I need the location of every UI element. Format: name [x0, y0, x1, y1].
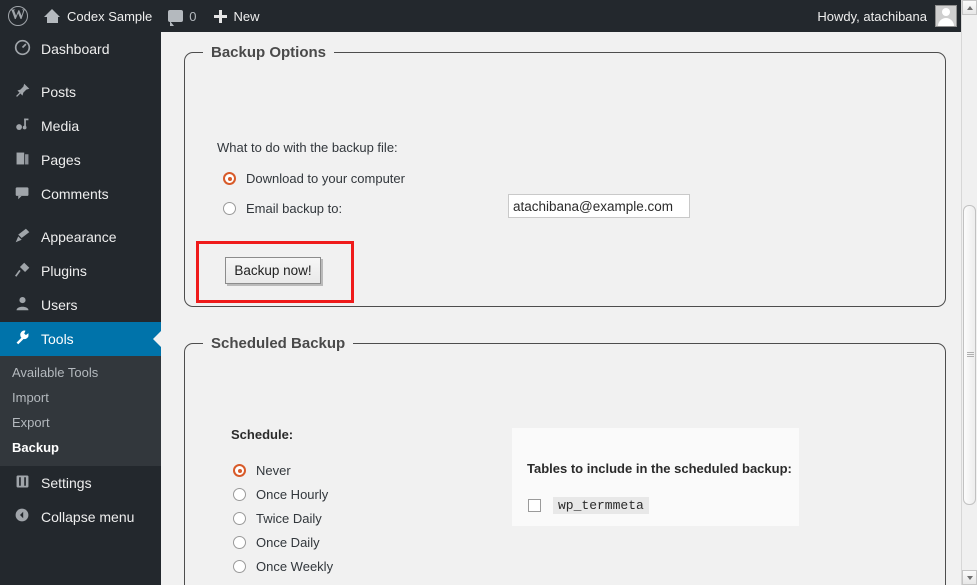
scheduled-backup-panel: Scheduled Backup Schedule: Never Once Ho… — [184, 335, 946, 585]
radio-once-hourly-indicator — [233, 488, 246, 501]
collapse-menu-label: Collapse menu — [41, 509, 135, 525]
comments-count: 0 — [189, 8, 197, 24]
radio-email-backup[interactable]: Email backup to: — [223, 201, 342, 216]
sidebar-item-label: Appearance — [41, 229, 117, 245]
page-scrollbar[interactable] — [961, 0, 977, 585]
scheduled-backup-legend: Scheduled Backup — [211, 335, 346, 352]
new-content-menu[interactable]: New — [205, 0, 268, 32]
sidebar-item-label: Tools — [41, 331, 74, 347]
avatar — [935, 5, 957, 27]
sidebar-item-media[interactable]: Media — [0, 109, 161, 143]
radio-once-weekly-label: Once Weekly — [256, 559, 334, 574]
radio-twice-daily-indicator — [233, 512, 246, 525]
backup-options-legend: Backup Options — [211, 44, 327, 61]
scrollbar-grip-icon — [967, 352, 974, 357]
sidebar-item-posts[interactable]: Posts — [0, 75, 161, 109]
checkbox-wp-termmeta[interactable] — [528, 499, 541, 512]
sidebar-item-pages[interactable]: Pages — [0, 143, 161, 177]
pin-icon — [12, 82, 32, 102]
email-address-input[interactable] — [508, 194, 690, 218]
new-label: New — [233, 8, 260, 24]
radio-never-label: Never — [256, 463, 291, 478]
schedule-label: Schedule: — [231, 427, 294, 442]
what-to-do-label: What to do with the backup file: — [217, 140, 398, 155]
dashboard-icon — [12, 39, 32, 59]
admin-sidebar-menu: Dashboard Posts Media Pages Comments App… — [0, 32, 161, 585]
sidebar-item-comments[interactable]: Comments — [0, 177, 161, 211]
radio-once-daily-label: Once Daily — [256, 535, 320, 550]
radio-never-indicator — [233, 464, 246, 477]
scroll-up-arrow-icon — [967, 6, 973, 10]
chevron-left-circle-icon — [12, 507, 32, 527]
wordpress-admin-screen: W Codex Sample 0 New Howdy, atachibana D… — [0, 0, 977, 585]
sidebar-item-label: Pages — [41, 152, 81, 168]
comment-icon — [12, 184, 32, 204]
sidebar-item-label: Dashboard — [41, 41, 110, 57]
radio-once-daily-indicator — [233, 536, 246, 549]
tables-to-include-box: Tables to include in the scheduled backu… — [512, 428, 799, 526]
radio-schedule-never[interactable]: Never — [233, 463, 291, 478]
admin-bar: W Codex Sample 0 New Howdy, atachibana — [0, 0, 977, 32]
site-name-menu[interactable]: Codex Sample — [36, 0, 160, 32]
table-row[interactable]: wp_termmeta — [528, 497, 649, 514]
radio-email-label: Email backup to: — [246, 201, 343, 216]
plug-icon — [12, 261, 32, 281]
sidebar-subitem-import[interactable]: Import — [0, 385, 161, 410]
radio-schedule-once-weekly[interactable]: Once Weekly — [233, 559, 333, 574]
scroll-down-button[interactable] — [962, 570, 977, 585]
sidebar-item-label: Plugins — [41, 263, 87, 279]
sidebar-item-dashboard[interactable]: Dashboard — [0, 32, 161, 66]
tables-title-label: Tables to include in the scheduled backu… — [527, 461, 792, 476]
radio-once-hourly-label: Once Hourly — [256, 487, 329, 502]
radio-schedule-twice-daily[interactable]: Twice Daily — [233, 511, 322, 526]
sidebar-item-settings[interactable]: Settings — [0, 466, 161, 500]
scrollbar-thumb[interactable] — [963, 205, 976, 505]
table-name-label: wp_termmeta — [553, 497, 649, 514]
radio-download-to-computer[interactable]: Download to your computer — [223, 171, 405, 186]
sidebar-item-label: Settings — [41, 475, 92, 491]
brush-icon — [12, 227, 32, 247]
sidebar-item-label: Posts — [41, 84, 77, 100]
sidebar-subitem-backup[interactable]: Backup — [0, 435, 161, 460]
sidebar-subitem-export[interactable]: Export — [0, 410, 161, 435]
sliders-icon — [12, 473, 32, 493]
sidebar-subitem-available-tools[interactable]: Available Tools — [0, 360, 161, 385]
site-name-label: Codex Sample — [67, 8, 153, 24]
backup-options-panel: Backup Options What to do with the backu… — [184, 44, 946, 307]
wp-logo-menu[interactable]: W — [0, 0, 36, 32]
tools-submenu: Available Tools Import Export Backup — [0, 356, 161, 466]
scroll-down-arrow-icon — [967, 576, 973, 580]
page-icon — [12, 150, 32, 170]
sidebar-item-label: Comments — [41, 186, 109, 202]
sidebar-item-tools[interactable]: Tools — [0, 322, 161, 356]
radio-download-indicator — [223, 172, 236, 185]
backup-now-button[interactable]: Backup now! — [225, 257, 321, 284]
radio-schedule-once-daily[interactable]: Once Daily — [233, 535, 320, 550]
sidebar-item-users[interactable]: Users — [0, 288, 161, 322]
user-icon — [12, 295, 32, 315]
radio-schedule-once-hourly[interactable]: Once Hourly — [233, 487, 328, 502]
account-menu[interactable]: Howdy, atachibana — [817, 5, 977, 27]
house-icon — [44, 8, 61, 24]
comment-bubble-icon — [168, 10, 184, 26]
media-icon — [12, 116, 32, 136]
sidebar-item-label: Media — [41, 118, 80, 134]
sidebar-item-appearance[interactable]: Appearance — [0, 220, 161, 254]
sidebar-item-label: Users — [41, 297, 78, 313]
scroll-up-button[interactable] — [962, 0, 977, 15]
radio-email-indicator — [223, 202, 236, 215]
plus-icon — [213, 9, 228, 24]
wordpress-logo-icon: W — [8, 6, 28, 26]
sidebar-item-plugins[interactable]: Plugins — [0, 254, 161, 288]
backup-settings-content: Backup Options What to do with the backu… — [161, 32, 962, 585]
collapse-menu-button[interactable]: Collapse menu — [0, 500, 161, 534]
howdy-label: Howdy, atachibana — [817, 8, 927, 24]
radio-download-label: Download to your computer — [246, 171, 405, 186]
comments-menu[interactable]: 0 — [160, 0, 204, 32]
radio-once-weekly-indicator — [233, 560, 246, 573]
wrench-icon — [12, 329, 32, 349]
radio-twice-daily-label: Twice Daily — [256, 511, 322, 526]
